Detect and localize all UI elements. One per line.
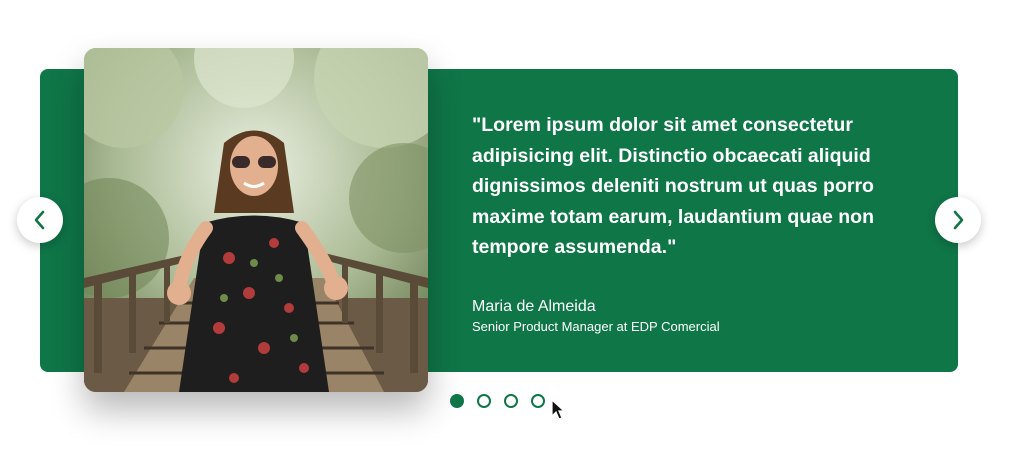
slide-dot-2[interactable] [477,394,491,408]
slide-dot-1[interactable] [450,394,464,408]
previous-slide-button[interactable] [17,197,63,243]
testimonial-quote: "Lorem ipsum dolor sit amet consectetur … [472,114,874,258]
slide-dot-3[interactable] [504,394,518,408]
slide-dot-4[interactable] [531,394,545,408]
slide-indicators [450,394,545,408]
author-role: Senior Product Manager at EDP Comercial [472,319,720,334]
chevron-right-icon [953,210,964,230]
next-slide-button[interactable] [935,197,981,243]
chevron-left-icon [34,210,45,230]
testimonial-carousel: "Lorem ipsum dolor sit amet consectetur … [0,0,1013,474]
mouse-pointer-icon [551,399,565,420]
author-photo [84,48,428,392]
author-name: Maria de Almeida [472,298,596,315]
